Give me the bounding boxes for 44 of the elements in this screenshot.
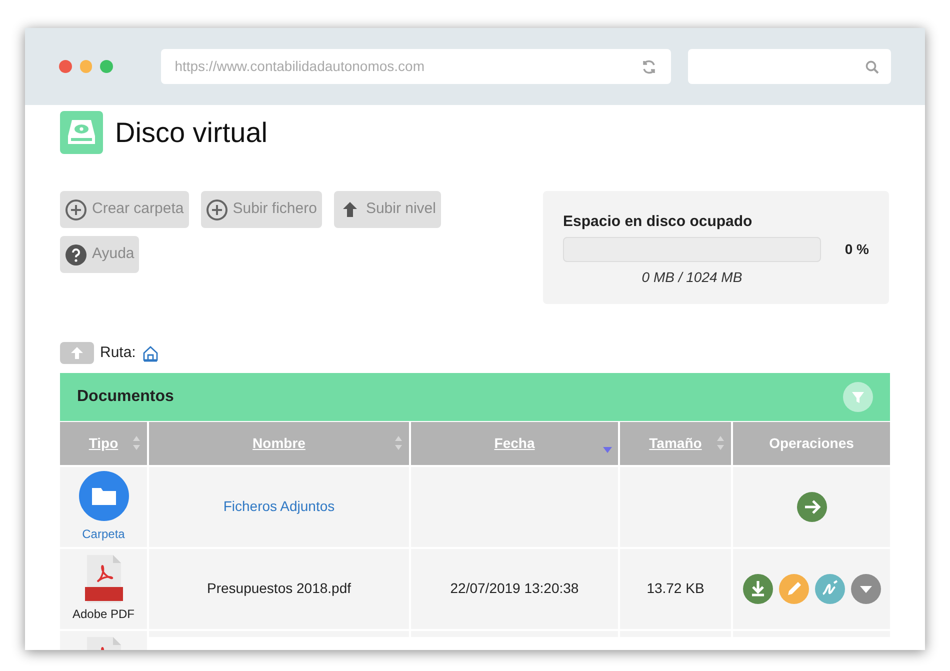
path-label: Ruta: [100, 343, 136, 363]
toolbar-button[interactable]: Subir nivel [334, 191, 441, 228]
disk-usage-title: Espacio en disco ocupado [563, 212, 754, 232]
up-arrow-icon [70, 346, 84, 360]
help-icon [65, 244, 87, 266]
column-header[interactable]: Tamaño [620, 422, 731, 464]
folder-link[interactable]: Ficheros Adjuntos [223, 496, 335, 517]
search-field[interactable] [688, 49, 891, 84]
signature-icon[interactable] [814, 574, 844, 604]
toolbar-button[interactable]: Crear carpeta [60, 191, 189, 228]
column-header: Operaciones [733, 422, 890, 464]
usage-detail: 0 MB / 1024 MB [640, 268, 744, 286]
panel-title: Documentos [77, 386, 174, 406]
toolbar-button[interactable]: Ayuda [60, 236, 140, 273]
sort-icon [394, 435, 403, 451]
address-bar[interactable]: https://www.contabilidadautonomos.com [160, 49, 672, 84]
toolbar-button[interactable]: Subir fichero [200, 191, 322, 228]
column-header[interactable]: Tipo [60, 422, 147, 464]
pdf-file-icon[interactable] [84, 554, 124, 602]
sort-descending-icon [603, 446, 612, 452]
date-cell-text: 22/07/2019 13:20:38 [450, 579, 579, 598]
type-label: Carpeta [82, 526, 125, 542]
download-icon[interactable] [742, 574, 772, 604]
refresh-icon[interactable] [641, 58, 658, 74]
filter-icon[interactable] [843, 382, 873, 412]
sort-icon [716, 435, 725, 451]
level-up-button[interactable] [60, 342, 94, 364]
caret-down-icon[interactable] [850, 574, 880, 604]
search-icon [864, 60, 879, 74]
column-header[interactable]: Fecha [411, 422, 618, 464]
size-cell-text: 13.72 KB [646, 579, 704, 598]
type-label: Adobe PDF [72, 606, 135, 622]
plus-circle-icon [65, 198, 87, 220]
page-title: Disco virtual [115, 116, 268, 150]
url-text: https://www.contabilidadautonomos.com [174, 57, 424, 76]
file-name: Presupuestos 2018.pdf [207, 579, 351, 598]
folder-icon[interactable] [78, 470, 128, 520]
plus-circle-icon [206, 198, 228, 220]
arrow-right-icon[interactable] [796, 492, 826, 522]
usage-percent: 0 % [844, 240, 869, 258]
home-icon[interactable] [142, 344, 159, 362]
sort-icon [132, 435, 141, 451]
column-header[interactable]: Nombre [149, 422, 409, 464]
pencil-icon[interactable] [778, 574, 808, 604]
